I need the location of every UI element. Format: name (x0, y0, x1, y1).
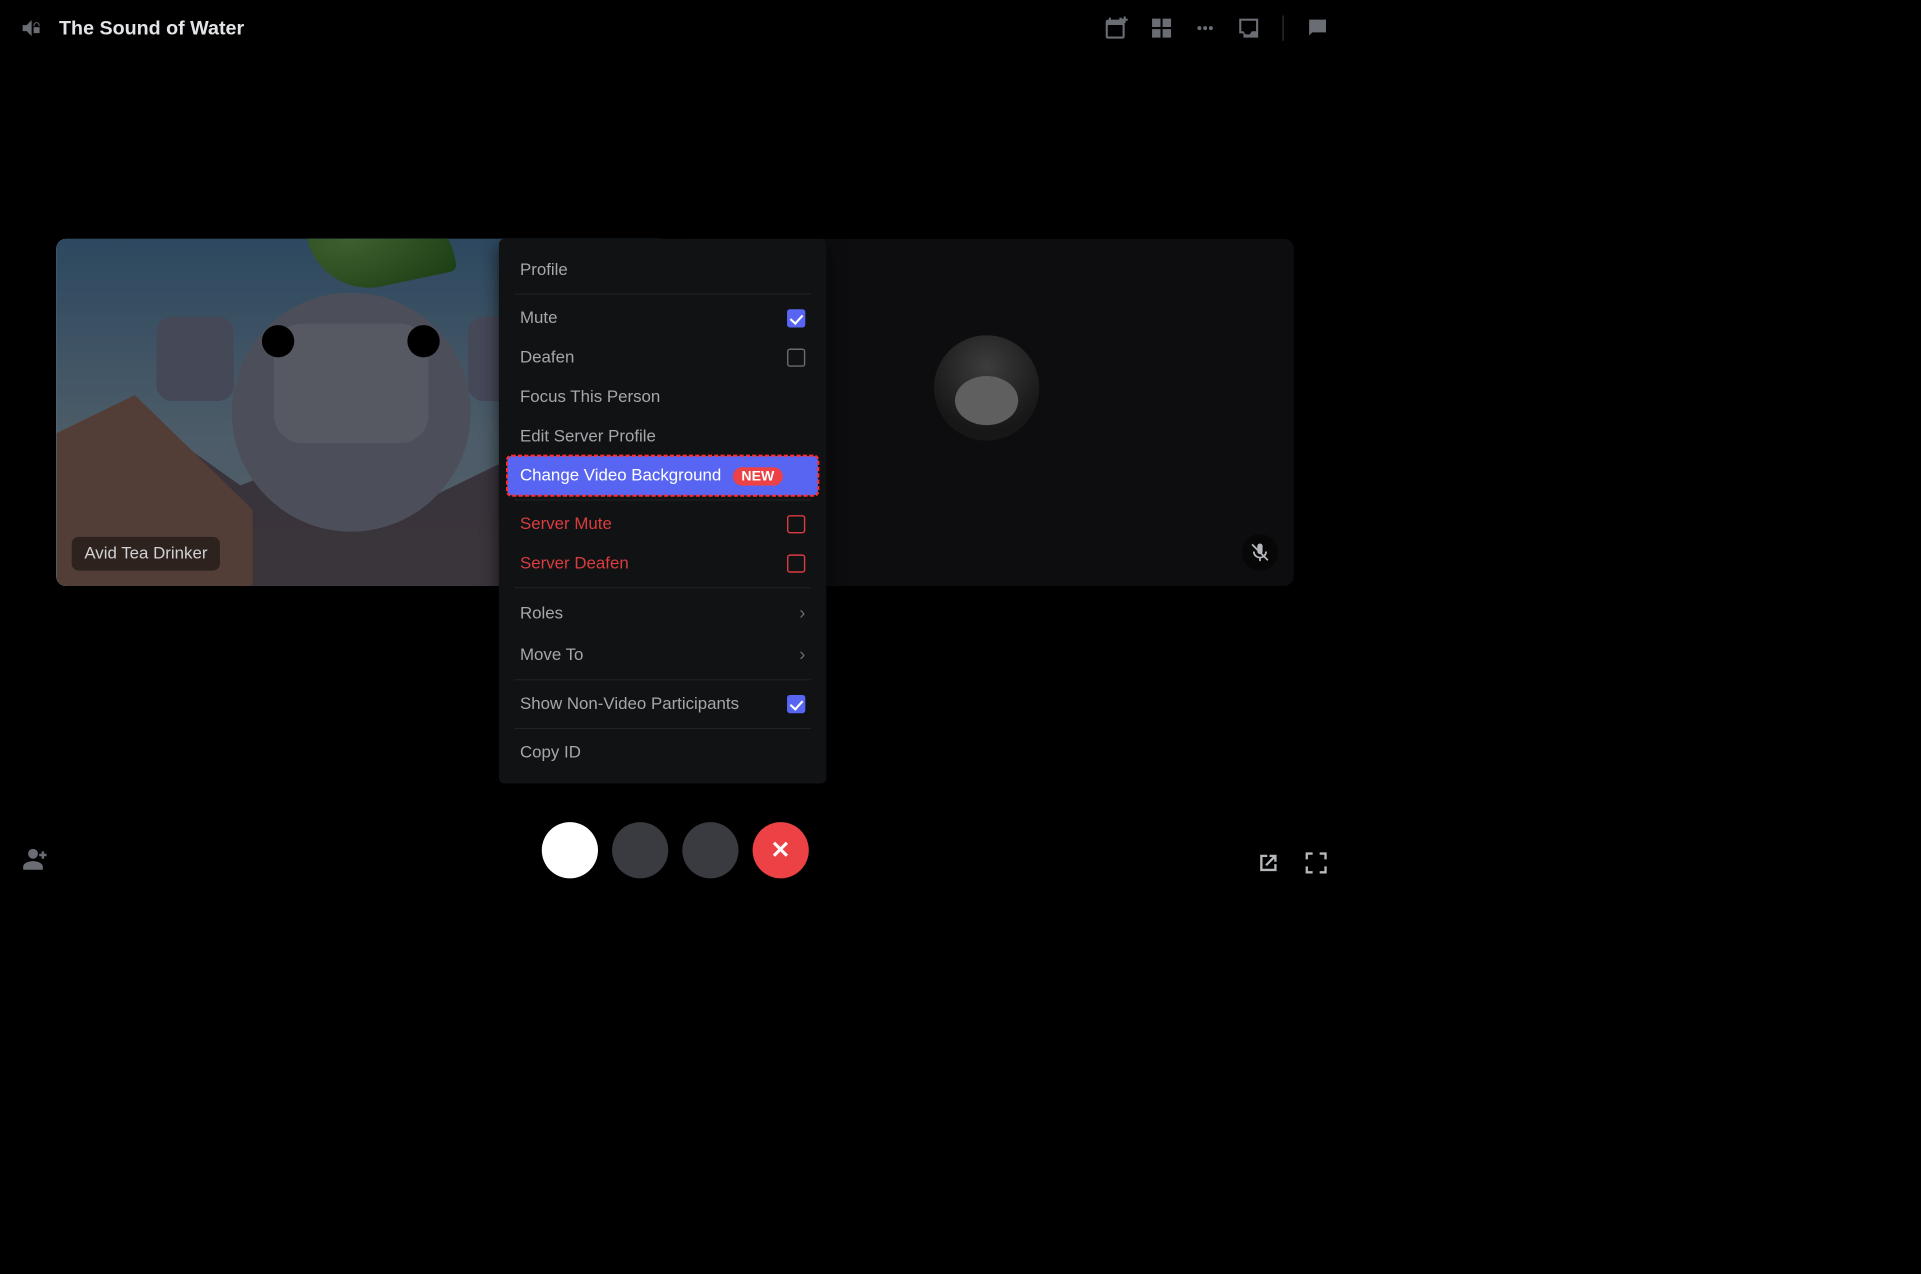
menu-separator (514, 680, 811, 681)
checkbox-icon[interactable] (787, 554, 805, 572)
checkbox-icon[interactable] (787, 515, 805, 533)
new-badge: NEW (733, 467, 783, 485)
menu-change-video-background[interactable]: Change Video Background NEW (507, 456, 818, 495)
menu-separator (514, 500, 811, 501)
checkbox-icon[interactable] (787, 349, 805, 367)
menu-label: Deafen (520, 348, 574, 368)
menu-label: Server Deafen (520, 554, 629, 574)
menu-edit-server-profile[interactable]: Edit Server Profile (507, 417, 818, 456)
chevron-right-icon: › (799, 602, 805, 624)
menu-server-mute[interactable]: Server Mute (507, 505, 818, 544)
menu-label: Roles (520, 603, 563, 623)
disconnect-button[interactable]: ✕ (752, 822, 808, 878)
menu-label: Show Non-Video Participants (520, 694, 739, 714)
menu-separator (514, 728, 811, 729)
menu-focus-person[interactable]: Focus This Person (507, 377, 818, 416)
inbox-icon[interactable] (1236, 15, 1261, 40)
invite-button[interactable] (18, 844, 48, 877)
menu-server-deafen[interactable]: Server Deafen (507, 544, 818, 583)
menu-roles[interactable]: Roles › (507, 592, 818, 633)
mic-toggle-button[interactable] (682, 822, 738, 878)
call-controls: ✕ (541, 822, 808, 878)
menu-label: Mute (520, 308, 557, 328)
menu-label: Profile (520, 260, 568, 280)
menu-label: Move To (520, 645, 583, 665)
menu-label-text: Change Video Background (520, 466, 721, 485)
header-right (1103, 15, 1331, 40)
menu-label: Change Video Background NEW (520, 466, 783, 486)
call-header: The Sound of Water (0, 0, 1350, 56)
menu-label: Edit Server Profile (520, 427, 656, 447)
more-icon[interactable] (1195, 15, 1215, 40)
chevron-right-icon: › (799, 644, 805, 666)
menu-move-to[interactable]: Move To › (507, 634, 818, 675)
muted-badge (1242, 534, 1279, 571)
person-add-icon (18, 844, 48, 874)
footer-right (1254, 849, 1330, 877)
menu-label: Server Mute (520, 514, 612, 534)
checkbox-icon[interactable] (787, 695, 805, 713)
screen-share-button[interactable] (612, 822, 668, 878)
chat-icon[interactable] (1305, 15, 1330, 40)
user-context-menu: Profile Mute Deafen Focus This Person Ed… (499, 239, 826, 784)
header-separator (1282, 15, 1283, 40)
menu-show-non-video[interactable]: Show Non-Video Participants (507, 684, 818, 723)
create-event-icon[interactable] (1103, 15, 1128, 40)
checkbox-icon[interactable] (787, 309, 805, 327)
popout-icon[interactable] (1254, 849, 1282, 877)
menu-deafen[interactable]: Deafen (507, 338, 818, 377)
header-left: The Sound of Water (20, 16, 244, 40)
speaker-locked-icon (20, 16, 44, 40)
menu-mute[interactable]: Mute (507, 299, 818, 338)
menu-copy-id[interactable]: Copy ID (507, 733, 818, 772)
grid-view-icon[interactable] (1149, 15, 1174, 40)
channel-title: The Sound of Water (59, 17, 244, 39)
menu-separator (514, 587, 811, 588)
fullscreen-icon[interactable] (1302, 849, 1330, 877)
mic-off-icon (1249, 542, 1270, 563)
video-toggle-button[interactable] (541, 822, 597, 878)
menu-separator (514, 294, 811, 295)
close-icon: ✕ (770, 836, 790, 864)
participant-name-label: Avid Tea Drinker (72, 537, 220, 571)
menu-label: Focus This Person (520, 387, 660, 407)
menu-profile[interactable]: Profile (507, 250, 818, 289)
menu-label: Copy ID (520, 743, 581, 763)
